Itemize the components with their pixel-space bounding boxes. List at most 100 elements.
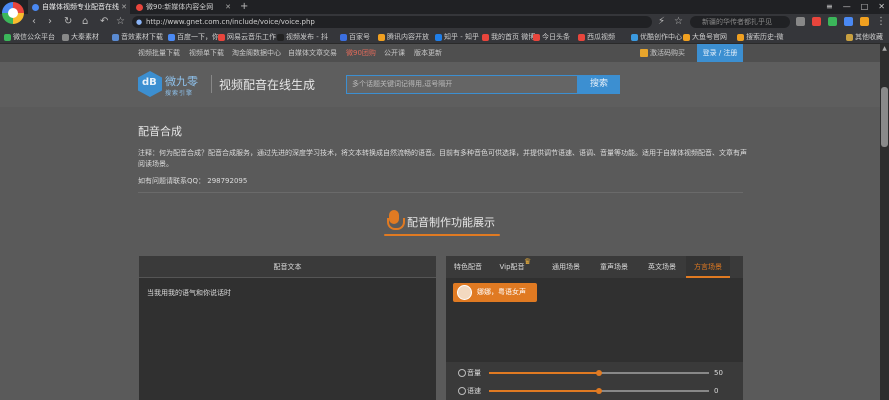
dubbing-text-input[interactable]: 当我用我的语气和你说话时 [147, 288, 231, 298]
volume-label: 音量 [458, 364, 481, 382]
speed-slider[interactable] [489, 388, 709, 394]
new-tab-button[interactable]: + [240, 0, 248, 14]
url-input[interactable]: http://www.gnet.com.cn/include/voice/voi… [132, 16, 652, 28]
bookmark-item[interactable]: 今日头条 [533, 30, 570, 44]
bookmark-item[interactable]: 视频发布 - 抖 [277, 30, 328, 44]
text-panel-title: 配音文本 [139, 256, 436, 278]
vip-purchase-link[interactable]: 激活码购买 [640, 44, 685, 62]
top-link-group-buy[interactable]: 微90团购 [346, 44, 376, 62]
share-icon[interactable]: ⚡ [658, 15, 665, 29]
undo-icon[interactable]: ↶ [100, 15, 108, 29]
bookmark-item[interactable]: 其他收藏 [846, 30, 883, 44]
close-icon[interactable]: ✕ [225, 0, 231, 14]
tab-label: 自媒体视频专业配音在线 [42, 3, 119, 11]
extension-icon[interactable] [844, 17, 853, 26]
speed-slider-handle[interactable] [596, 388, 602, 394]
voice-select-panel: 特色配音 Vip配音 通用场景 童声场景 英文场景 方言场景 娜娜，粤语女声 音… [446, 256, 743, 400]
tab-featured[interactable]: 特色配音 [446, 256, 490, 278]
tab-children[interactable]: 童声场景 [592, 256, 636, 278]
extension-icon[interactable] [860, 17, 869, 26]
bookmark-item[interactable]: 百度一下，你 [168, 30, 219, 44]
bookmark-item[interactable]: 优酷创作中心 [631, 30, 682, 44]
more-icon[interactable]: ⋮ [876, 15, 886, 29]
browser-tab[interactable]: 微90:新媒体内容全网 ✕ [132, 0, 234, 14]
close-icon[interactable]: ✕ [121, 0, 127, 14]
forward-icon[interactable]: › [48, 15, 52, 29]
browser-logo-icon[interactable] [2, 2, 24, 24]
favicon-icon [32, 4, 39, 11]
vip-crown-icon: ♛ [524, 257, 532, 266]
top-link-single-download[interactable]: 视频单下载 [189, 44, 224, 62]
bookmark-star-icon[interactable]: ☆ [116, 15, 125, 29]
bookmark-item[interactable]: 知乎 - 知乎 [435, 30, 479, 44]
speed-slider-fill [489, 390, 599, 392]
volume-slider-row: 音量 50 [446, 364, 743, 382]
dubbing-text-panel: 配音文本 当我用我的语气和你说话时 [139, 256, 436, 400]
bookmark-item[interactable]: 微信公众平台 [4, 30, 55, 44]
bookmark-item[interactable]: 网易云音乐工作 [218, 30, 276, 44]
home-icon[interactable]: ⌂ [82, 15, 88, 29]
login-register-button[interactable]: 登录 / 注册 [697, 44, 743, 62]
bookmark-item[interactable]: 大鱼号官网 [683, 30, 727, 44]
divider [138, 192, 743, 193]
brand-subtitle: 搜索引擎 [165, 90, 194, 97]
brand-name: 微九零 [165, 75, 198, 88]
top-link-data-center[interactable]: 淘金阁数据中心 [232, 44, 281, 62]
menu-icon[interactable]: ≡ [826, 0, 833, 14]
browser-tab-bar: 自媒体视频专业配音在线 ✕ 微90:新媒体内容全网 ✕ + ≡ — □ ✕ [0, 0, 889, 14]
voice-tabs: 特色配音 Vip配音 通用场景 童声场景 英文场景 方言场景 [446, 256, 743, 278]
page-scrollbar[interactable]: ▲ [880, 44, 889, 400]
bookmark-item[interactable]: 我的首页 微博 [482, 30, 535, 44]
bookmark-item[interactable]: 腾讯内容开放 [378, 30, 429, 44]
avatar [457, 285, 472, 300]
page-title: 视频配音在线生成 [219, 78, 316, 92]
voice-option-label: 娜娜，粤语女声 [477, 288, 526, 296]
bookmark-item[interactable]: 西瓜视频 [578, 30, 615, 44]
top-link-open-class[interactable]: 公开课 [384, 44, 405, 62]
feature-title: 配音制作功能展示 [407, 216, 495, 229]
bookmark-item[interactable]: 搜索历史-微 [737, 30, 784, 44]
site-header: 微九零 搜索引擎 视频配音在线生成 多个话题关键词记得用,逗号隔开 搜索 [0, 62, 880, 107]
volume-slider[interactable] [489, 370, 709, 376]
volume-slider-fill [489, 372, 599, 374]
top-link-version-update[interactable]: 版本更新 [414, 44, 442, 62]
extension-icon[interactable] [796, 17, 805, 26]
top-link-article-trade[interactable]: 自媒体文章交易 [288, 44, 337, 62]
close-window-icon[interactable]: ✕ [878, 0, 885, 14]
divider [211, 75, 212, 93]
tab-general[interactable]: 通用场景 [542, 256, 590, 278]
address-bar-row: ‹ › ↻ ⌂ ↶ ☆ http://www.gnet.com.cn/inclu… [0, 14, 889, 30]
site-top-nav: 视频批量下载 视频单下载 淘金阁数据中心 自媒体文章交易 微90团购 公开课 版… [0, 44, 880, 62]
bookmark-item[interactable]: 大秦素材 [62, 30, 99, 44]
browser-search-input[interactable]: 新疆的华传者都扎乎见 [690, 16, 790, 28]
scroll-up-icon[interactable]: ▲ [880, 44, 889, 53]
bookmark-item[interactable]: 百家号 [340, 30, 370, 44]
browser-tab-active[interactable]: 自媒体视频专业配音在线 ✕ [28, 0, 130, 14]
contact-info: 如有问题请联系QQ： 298792095 [138, 177, 248, 185]
favicon-icon [136, 4, 143, 11]
brand-logo-icon[interactable] [138, 71, 162, 97]
speed-value: 0 [714, 387, 719, 395]
search-button[interactable]: 搜索 [578, 75, 620, 94]
tab-english[interactable]: 英文场景 [640, 256, 684, 278]
minimize-icon[interactable]: — [843, 0, 851, 14]
window-controls: ≡ — □ ✕ [826, 0, 885, 14]
extension-icon[interactable] [812, 17, 821, 26]
back-icon[interactable]: ‹ [32, 15, 36, 29]
star-icon[interactable]: ☆ [674, 15, 683, 29]
voice-option-selected[interactable]: 娜娜，粤语女声 [453, 283, 537, 302]
feature-title-underline [384, 234, 500, 236]
maximize-icon[interactable]: □ [861, 0, 869, 14]
top-link-batch-download[interactable]: 视频批量下载 [138, 44, 180, 62]
service-description: 注释：何为配音合成？配音合成服务，通过先进的深度学习技术，将文本转换成自然流畅的… [138, 149, 747, 168]
bookmark-item[interactable]: 音效素材下载 [112, 30, 163, 44]
microphone-icon [387, 210, 405, 232]
speed-label: 语速 [458, 382, 481, 400]
speed-slider-row: 语速 0 [446, 382, 743, 400]
extension-icon[interactable] [828, 17, 837, 26]
scrollbar-thumb[interactable] [881, 87, 888, 147]
reload-icon[interactable]: ↻ [64, 15, 72, 29]
keyword-search-input[interactable]: 多个话题关键词记得用,逗号隔开 [346, 75, 578, 94]
tab-dialect[interactable]: 方言场景 [686, 256, 730, 278]
volume-slider-handle[interactable] [596, 370, 602, 376]
